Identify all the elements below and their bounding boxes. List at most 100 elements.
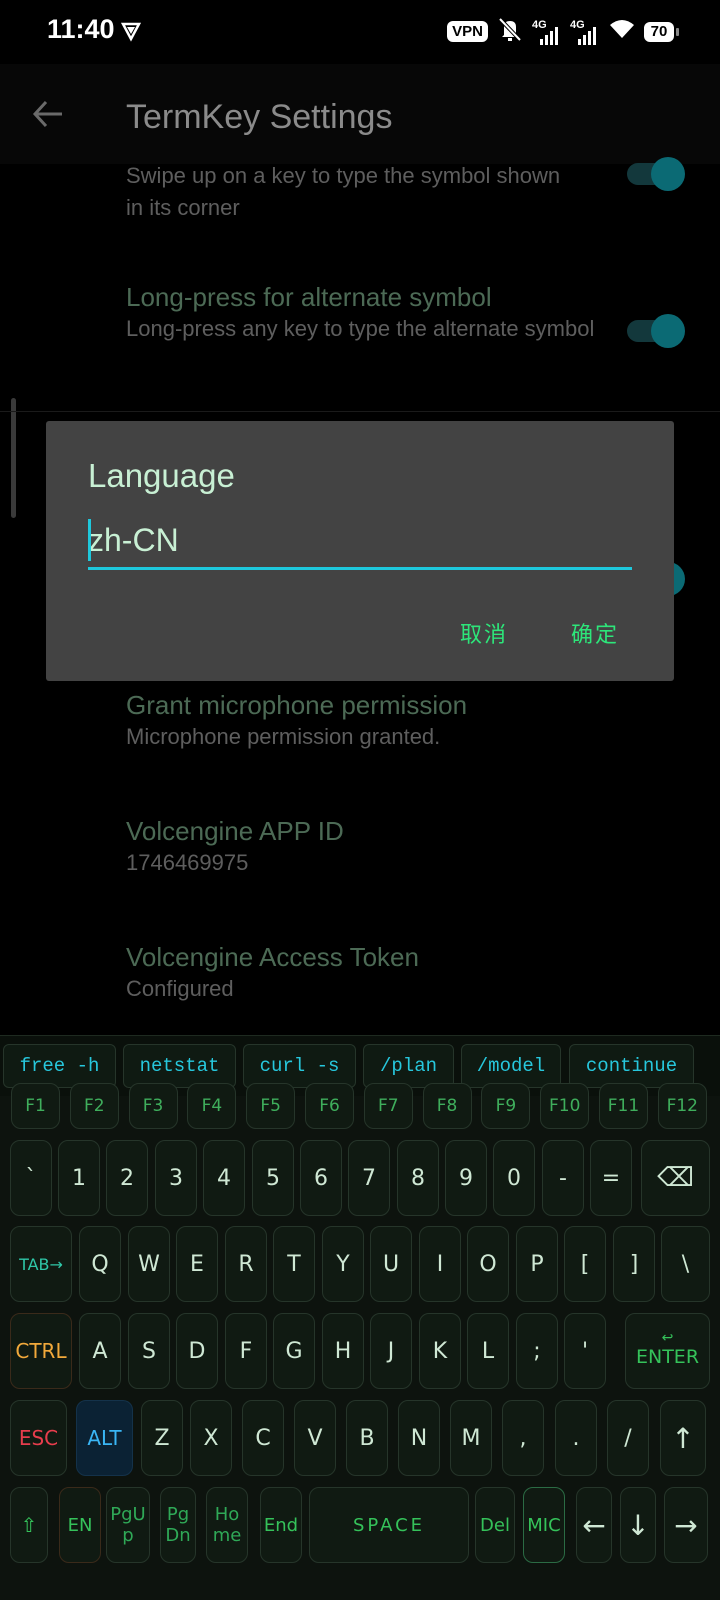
key[interactable]: I: [419, 1226, 461, 1302]
key-f10[interactable]: F10: [540, 1083, 590, 1129]
key[interactable]: Z: [141, 1400, 183, 1476]
enter-key[interactable]: ↩ ENTER: [625, 1313, 710, 1389]
key[interactable]: 9: [445, 1140, 487, 1216]
key[interactable]: M: [450, 1400, 492, 1476]
key[interactable]: X: [190, 1400, 232, 1476]
key-f12[interactable]: F12: [657, 1083, 707, 1129]
key[interactable]: 6: [300, 1140, 342, 1216]
quick-key[interactable]: curl -s: [243, 1044, 356, 1088]
key[interactable]: ;: [516, 1313, 558, 1389]
ctrl-key[interactable]: CTRL: [10, 1313, 72, 1389]
quick-key[interactable]: continue: [569, 1044, 694, 1088]
key[interactable]: Q: [79, 1226, 121, 1302]
key[interactable]: 8: [397, 1140, 439, 1216]
scrollbar[interactable]: [11, 398, 16, 518]
key[interactable]: ': [564, 1313, 606, 1389]
key[interactable]: 0: [493, 1140, 535, 1216]
key[interactable]: V: [294, 1400, 336, 1476]
right-arrow-key[interactable]: →: [664, 1487, 708, 1563]
quick-key[interactable]: /plan: [363, 1044, 454, 1088]
alt-key[interactable]: ALT: [76, 1400, 133, 1476]
up-arrow-key[interactable]: ↑: [660, 1400, 706, 1476]
key[interactable]: S: [128, 1313, 170, 1389]
esc-key[interactable]: ESC: [10, 1400, 67, 1476]
key[interactable]: J: [370, 1313, 412, 1389]
key-f5[interactable]: F5: [246, 1083, 296, 1129]
key[interactable]: =: [590, 1140, 632, 1216]
toggle-swipe-up[interactable]: [627, 157, 685, 191]
key[interactable]: K: [419, 1313, 461, 1389]
back-arrow-icon[interactable]: [32, 100, 64, 133]
lang-key[interactable]: EN: [59, 1487, 101, 1563]
key[interactable]: 4: [203, 1140, 245, 1216]
key-f3[interactable]: F3: [128, 1083, 178, 1129]
language-input-field[interactable]: [88, 517, 632, 570]
language-input[interactable]: [88, 517, 628, 563]
key[interactable]: 7: [348, 1140, 390, 1216]
ok-button[interactable]: 确定: [571, 617, 619, 649]
pref-access-token[interactable]: Volcengine Access Token Configured: [126, 942, 646, 1005]
pref-swipe-up[interactable]: Swipe up on a key to type the symbol sho…: [126, 160, 566, 224]
key[interactable]: W: [128, 1226, 170, 1302]
left-arrow-key[interactable]: ←: [576, 1487, 612, 1563]
key[interactable]: \: [661, 1226, 710, 1302]
key[interactable]: /: [607, 1400, 649, 1476]
pgup-key[interactable]: PgUp: [106, 1487, 150, 1563]
key[interactable]: 3: [155, 1140, 197, 1216]
key[interactable]: E: [176, 1226, 218, 1302]
key-f6[interactable]: F6: [305, 1083, 354, 1129]
key[interactable]: O: [467, 1226, 509, 1302]
key[interactable]: 5: [252, 1140, 294, 1216]
key[interactable]: H: [322, 1313, 364, 1389]
pref-long-press[interactable]: Long-press for alternate symbol Long-pre…: [126, 282, 596, 345]
end-key[interactable]: End: [260, 1487, 302, 1563]
key[interactable]: G: [273, 1313, 315, 1389]
key[interactable]: N: [398, 1400, 440, 1476]
key[interactable]: T: [273, 1226, 315, 1302]
cancel-button[interactable]: 取消: [460, 617, 508, 649]
key[interactable]: -: [542, 1140, 584, 1216]
key[interactable]: 1: [58, 1140, 100, 1216]
key[interactable]: B: [346, 1400, 388, 1476]
key-f2[interactable]: F2: [69, 1083, 119, 1129]
key[interactable]: F: [225, 1313, 267, 1389]
pref-summary: Microphone permission granted.: [126, 724, 441, 749]
pref-summary: Swipe up on a key to type the symbol sho…: [126, 163, 561, 220]
key-f11[interactable]: F11: [599, 1083, 648, 1129]
shift-key[interactable]: ⇧: [10, 1487, 48, 1563]
mic-key[interactable]: MIC: [523, 1487, 565, 1563]
home-key[interactable]: Home: [206, 1487, 248, 1563]
key[interactable]: L: [467, 1313, 509, 1389]
app-bar: TermKey Settings: [0, 64, 720, 164]
del-key[interactable]: Del: [475, 1487, 515, 1563]
down-arrow-key[interactable]: ↓: [620, 1487, 656, 1563]
space-key[interactable]: SPACE: [309, 1487, 469, 1563]
pref-app-id[interactable]: Volcengine APP ID 1746469975: [126, 816, 646, 879]
backspace-key[interactable]: ⌫: [641, 1140, 710, 1216]
key[interactable]: R: [225, 1226, 267, 1302]
key[interactable]: P: [516, 1226, 558, 1302]
key[interactable]: ]: [613, 1226, 655, 1302]
key[interactable]: .: [555, 1400, 597, 1476]
tab-key[interactable]: TAB→: [10, 1226, 72, 1302]
pgdn-key[interactable]: PgDn: [160, 1487, 196, 1563]
quick-key[interactable]: netstat: [123, 1044, 236, 1088]
key[interactable]: 2: [106, 1140, 148, 1216]
key[interactable]: `: [10, 1140, 52, 1216]
key[interactable]: D: [176, 1313, 218, 1389]
key[interactable]: U: [370, 1226, 412, 1302]
key-f7[interactable]: F7: [363, 1083, 413, 1129]
key-f1[interactable]: F1: [11, 1083, 60, 1129]
quick-key[interactable]: free -h: [3, 1044, 116, 1088]
key[interactable]: Y: [322, 1226, 364, 1302]
key-f8[interactable]: F8: [422, 1083, 472, 1129]
key[interactable]: [: [564, 1226, 606, 1302]
key[interactable]: A: [79, 1313, 121, 1389]
key[interactable]: ,: [502, 1400, 544, 1476]
pref-microphone[interactable]: Grant microphone permission Microphone p…: [126, 690, 646, 753]
key-f9[interactable]: F9: [481, 1083, 531, 1129]
key[interactable]: C: [242, 1400, 284, 1476]
quick-key[interactable]: /model: [461, 1044, 561, 1088]
toggle-long-press[interactable]: [627, 314, 685, 348]
key-f4[interactable]: F4: [187, 1083, 237, 1129]
